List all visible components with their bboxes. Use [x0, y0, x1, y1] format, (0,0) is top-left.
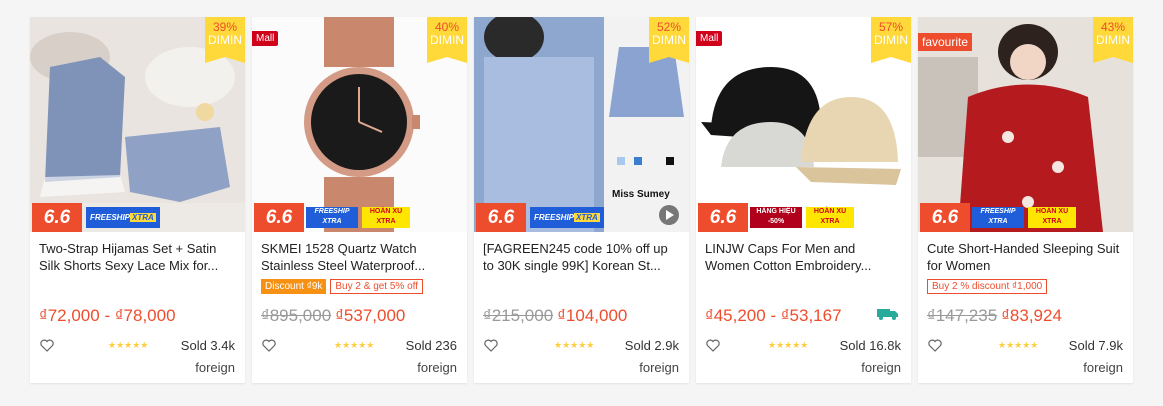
coin-back-badge: HOÀN XU XTRA — [806, 207, 854, 228]
discount-badge: 40% DIMIN — [427, 17, 467, 63]
sold-count: Sold 2.9k — [624, 338, 679, 353]
origin-label: foreign — [639, 360, 679, 375]
rating-stars: ★★★★★ — [554, 340, 595, 350]
rating-stars: ★★★★★ — [334, 340, 375, 350]
product-card[interactable]: favourite 43% DIMIN 6.6 FREESHIP XTRA HO… — [918, 17, 1133, 383]
bundle-tag: Buy 2 % discount ₫1,000 — [927, 279, 1048, 294]
product-card[interactable]: Mall 40% DIMIN 6.6 FREESHIP XTRA HOÀN XU… — [252, 17, 467, 383]
product-price: ₫895,000 ₫537,000 — [261, 306, 406, 325]
six-six-badge: 6.6 — [32, 203, 82, 232]
product-price: ₫45,200 - ₫53,167 — [705, 306, 842, 325]
origin-label: foreign — [417, 360, 457, 375]
coin-back-badge: HOÀN XU XTRA — [362, 207, 410, 228]
six-six-badge: 6.6 — [698, 203, 748, 232]
discount-badge: 43% DIMIN — [1093, 17, 1133, 63]
product-card[interactable]: Mall 57% DIMIN 6.6 HÀNG HIỆU -50% HOÀN X… — [696, 17, 911, 383]
bundle-tag: Buy 2 & get 5% off — [330, 279, 424, 294]
original-price: ₫215,000 — [483, 306, 554, 325]
product-grid: 39% DIMIN 6.6 FREESHIP XTRA Two-Strap Hij… — [30, 17, 1133, 383]
promo-banner: 6.6 HÀNG HIỆU -50% HOÀN XU XTRA — [696, 203, 911, 232]
mall-badge: Mall — [696, 31, 723, 46]
discount-badge: 57% DIMIN — [871, 17, 911, 63]
promo-banner: 6.6 FREESHIP XTRA HOÀN XU XTRA — [918, 203, 1133, 232]
discount-tag: Discount ₫9k — [261, 279, 327, 294]
six-six-badge: 6.6 — [254, 203, 304, 232]
product-title[interactable]: Two-Strap Hijamas Set + Satin Silk Short… — [39, 240, 235, 274]
product-card[interactable]: Miss Sumey 52% DIMIN 6.6 FREESHIP XTRA [F… — [474, 17, 689, 383]
coin-back-badge: HOÀN XU XTRA — [1028, 207, 1076, 228]
freeship-badge: FREESHIP XTRA — [972, 207, 1024, 228]
freeship-badge: FREESHIP XTRA — [86, 207, 160, 228]
rating-stars: ★★★★★ — [998, 340, 1039, 350]
favourite-badge: favourite — [918, 33, 973, 51]
promo-tags: Discount ₫9k Buy 2 & get 5% off — [261, 279, 424, 294]
freeship-badge: FREESHIP XTRA — [306, 207, 358, 228]
product-price: ₫72,000 - ₫78,000 — [39, 306, 176, 325]
promo-tags: Buy 2 % discount ₫1,000 — [927, 279, 1048, 294]
heart-icon[interactable] — [928, 339, 942, 352]
rating-stars: ★★★★★ — [768, 340, 809, 350]
product-title[interactable]: LINJW Caps For Men and Women Cotton Embr… — [705, 240, 901, 274]
promo-banner: 6.6 FREESHIP XTRA — [30, 203, 245, 232]
mall-badge: Mall — [252, 31, 279, 46]
original-price: ₫895,000 — [261, 306, 332, 325]
product-title[interactable]: Cute Short-Handed Sleeping Suit for Wome… — [927, 240, 1123, 274]
heart-icon[interactable] — [262, 339, 276, 352]
rating-stars: ★★★★★ — [108, 340, 149, 350]
origin-label: foreign — [195, 360, 235, 375]
product-title[interactable]: [FAGREEN245 code 10% off up to 30K singl… — [483, 240, 679, 274]
image-caption: Miss Sumey — [612, 189, 670, 200]
origin-label: foreign — [861, 360, 901, 375]
original-price: ₫147,235 — [927, 306, 998, 325]
sold-count: Sold 7.9k — [1068, 338, 1123, 353]
sold-count: Sold 3.4k — [180, 338, 235, 353]
product-price: ₫215,000 ₫104,000 — [483, 306, 628, 325]
product-title[interactable]: SKMEI 1528 Quartz Watch Stainless Steel … — [261, 240, 457, 274]
brand-sale-badge: HÀNG HIỆU -50% — [750, 207, 802, 228]
freeship-badge: FREESHIP XTRA — [530, 207, 604, 228]
free-shipping-truck-icon — [877, 309, 898, 320]
sold-count: Sold 236 — [405, 338, 457, 353]
sold-count: Sold 16.8k — [839, 338, 901, 353]
product-card[interactable]: 39% DIMIN 6.6 FREESHIP XTRA Two-Strap Hij… — [30, 17, 245, 383]
origin-label: foreign — [1083, 360, 1123, 375]
discount-badge: 39% DIMIN — [205, 17, 245, 63]
promo-banner: 6.6 FREESHIP XTRA HOÀN XU XTRA — [252, 203, 467, 232]
six-six-badge: 6.6 — [920, 203, 970, 232]
promo-banner: 6.6 FREESHIP XTRA — [474, 203, 604, 232]
six-six-badge: 6.6 — [476, 203, 526, 232]
heart-icon[interactable] — [484, 339, 498, 352]
heart-icon[interactable] — [40, 339, 54, 352]
heart-icon[interactable] — [706, 339, 720, 352]
product-price: ₫147,235 ₫83,924 — [927, 306, 1062, 325]
discount-badge: 52% DIMIN — [649, 17, 689, 63]
